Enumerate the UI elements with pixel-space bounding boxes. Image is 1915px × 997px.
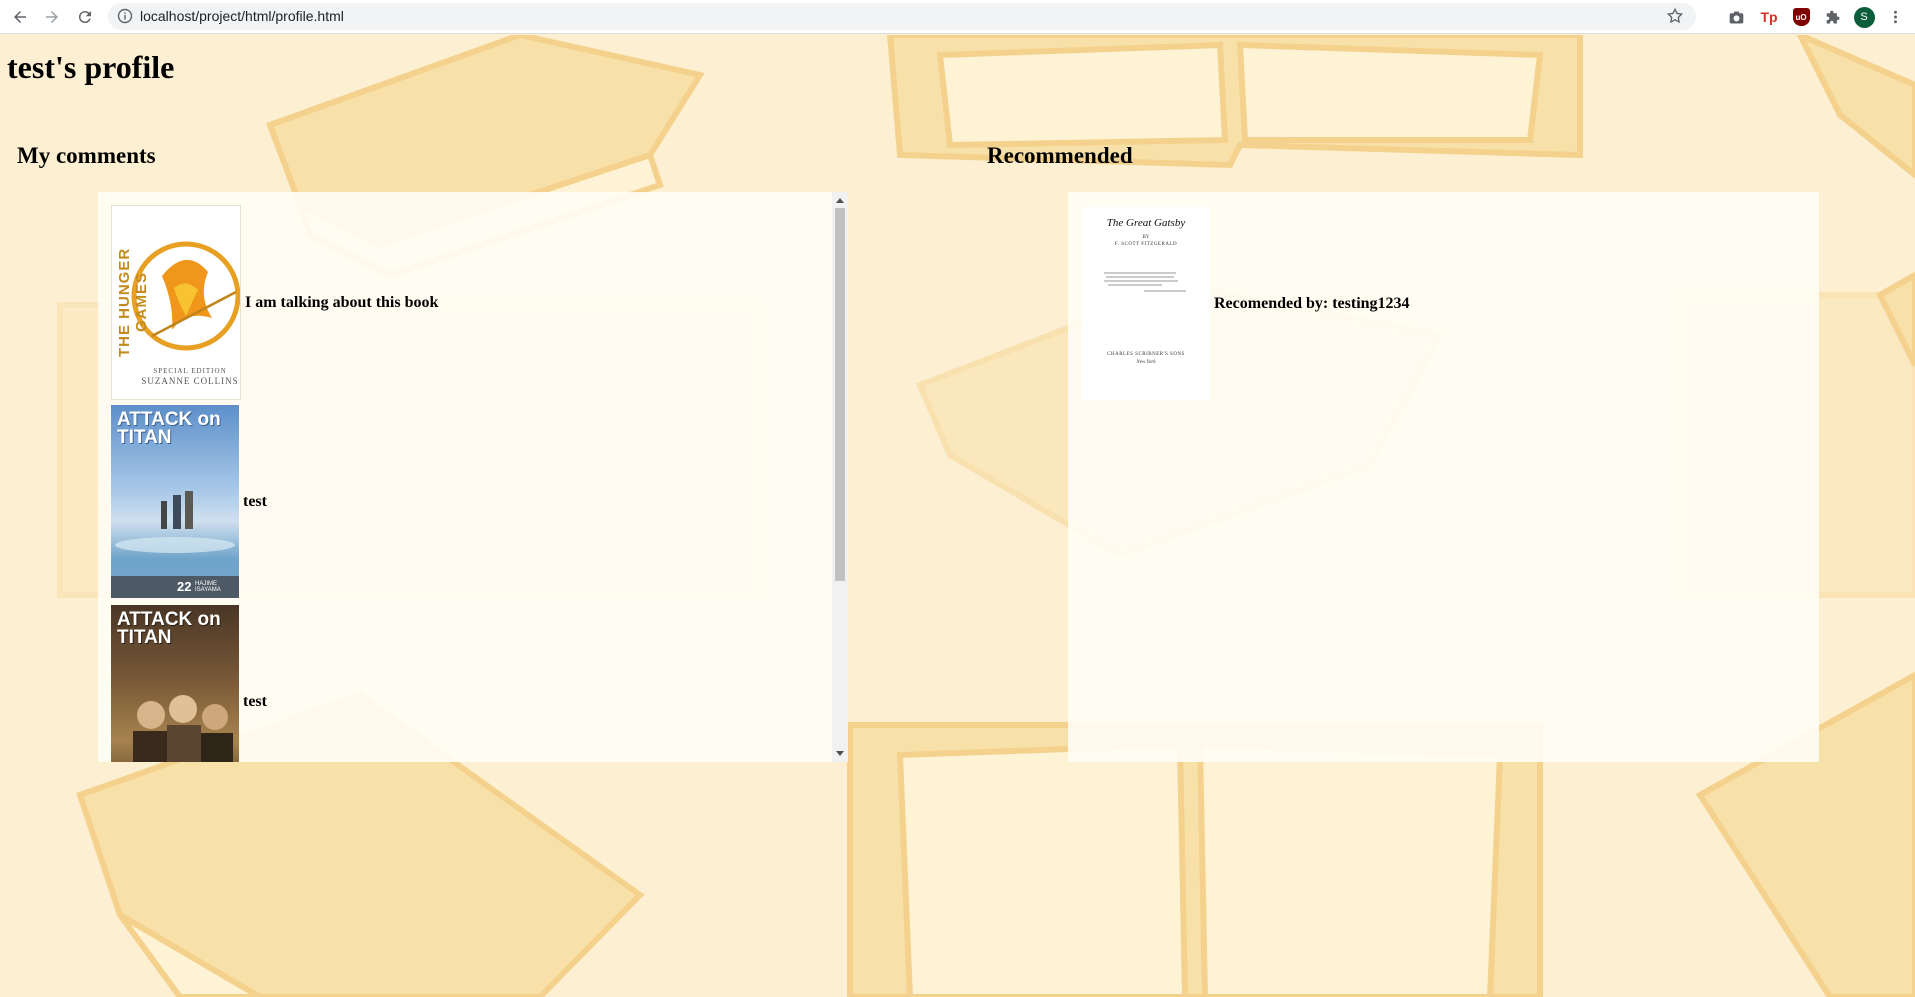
arrow-left-icon [14, 11, 26, 23]
comments-scrollbar[interactable] [832, 192, 848, 762]
hunger-games-cover[interactable]: THE HUNGER GAMES SPECIAL EDITION SUZANNE… [111, 205, 241, 400]
attack-on-titan-cover[interactable]: ATTACK on TITAN [111, 605, 239, 762]
address-bar[interactable]: localhost/project/html/profile.html [108, 3, 1696, 30]
comment-item: ATTACK on TITAN 22 HAJIME ISAYAMA test [111, 405, 267, 598]
browser-toolbar: localhost/project/html/profile.html Tp u… [0, 0, 1915, 34]
scroll-up-arrow-icon[interactable] [836, 198, 844, 203]
comment-item: THE HUNGER GAMES SPECIAL EDITION SUZANNE… [111, 205, 438, 400]
cover-epigraph-lines [1104, 272, 1186, 292]
url-text[interactable]: localhost/project/html/profile.html [140, 8, 344, 24]
forward-button[interactable] [40, 5, 64, 29]
characters-illustration [133, 695, 233, 762]
tp-extension-icon[interactable]: Tp [1758, 6, 1780, 28]
info-icon[interactable] [117, 8, 133, 24]
recommended-heading: Recommended [987, 143, 1133, 168]
menu-dots-icon[interactable] [1884, 6, 1906, 28]
comments-list: THE HUNGER GAMES SPECIAL EDITION SUZANNE… [98, 192, 832, 762]
ublock-extension-icon[interactable]: uO [1790, 6, 1812, 28]
comment-text: test [243, 692, 267, 710]
comment-text: I am talking about this book [245, 293, 439, 311]
comment-item: ATTACK on TITAN test [111, 605, 267, 762]
scrollbar-thumb[interactable] [835, 208, 845, 581]
great-gatsby-cover[interactable]: The Great Gatsby BY F. SCOTT FITZGERALD … [1082, 207, 1210, 400]
recommended-by-text: Recomended by: testing1234 [1214, 294, 1410, 312]
profile-page: test's profile My comments Recommended T… [0, 35, 1915, 997]
my-comments-heading: My comments [17, 143, 156, 168]
recommended-item: The Great Gatsby BY F. SCOTT FITZGERALD … [1082, 207, 1410, 400]
extensions-puzzle-icon[interactable] [1822, 6, 1844, 28]
comments-panel[interactable]: THE HUNGER GAMES SPECIAL EDITION SUZANNE… [98, 192, 848, 762]
camera-extension-icon[interactable] [1725, 6, 1747, 28]
page-title: test's profile [7, 49, 175, 85]
cover-footer-band: 22 HAJIME ISAYAMA [111, 576, 239, 598]
bookmark-star-icon[interactable] [1666, 7, 1684, 25]
attack-on-titan-22-cover[interactable]: ATTACK on TITAN 22 HAJIME ISAYAMA [111, 405, 239, 598]
comment-text: test [243, 492, 267, 510]
back-button[interactable] [8, 5, 32, 29]
scroll-down-arrow-icon[interactable] [836, 751, 844, 756]
reload-icon [78, 11, 91, 24]
arrow-right-icon [46, 11, 58, 23]
recommended-panel[interactable]: The Great Gatsby BY F. SCOTT FITZGERALD … [1068, 192, 1819, 762]
profile-avatar[interactable]: S [1853, 6, 1875, 28]
characters-illustration [115, 491, 235, 553]
reload-button[interactable] [73, 5, 97, 29]
